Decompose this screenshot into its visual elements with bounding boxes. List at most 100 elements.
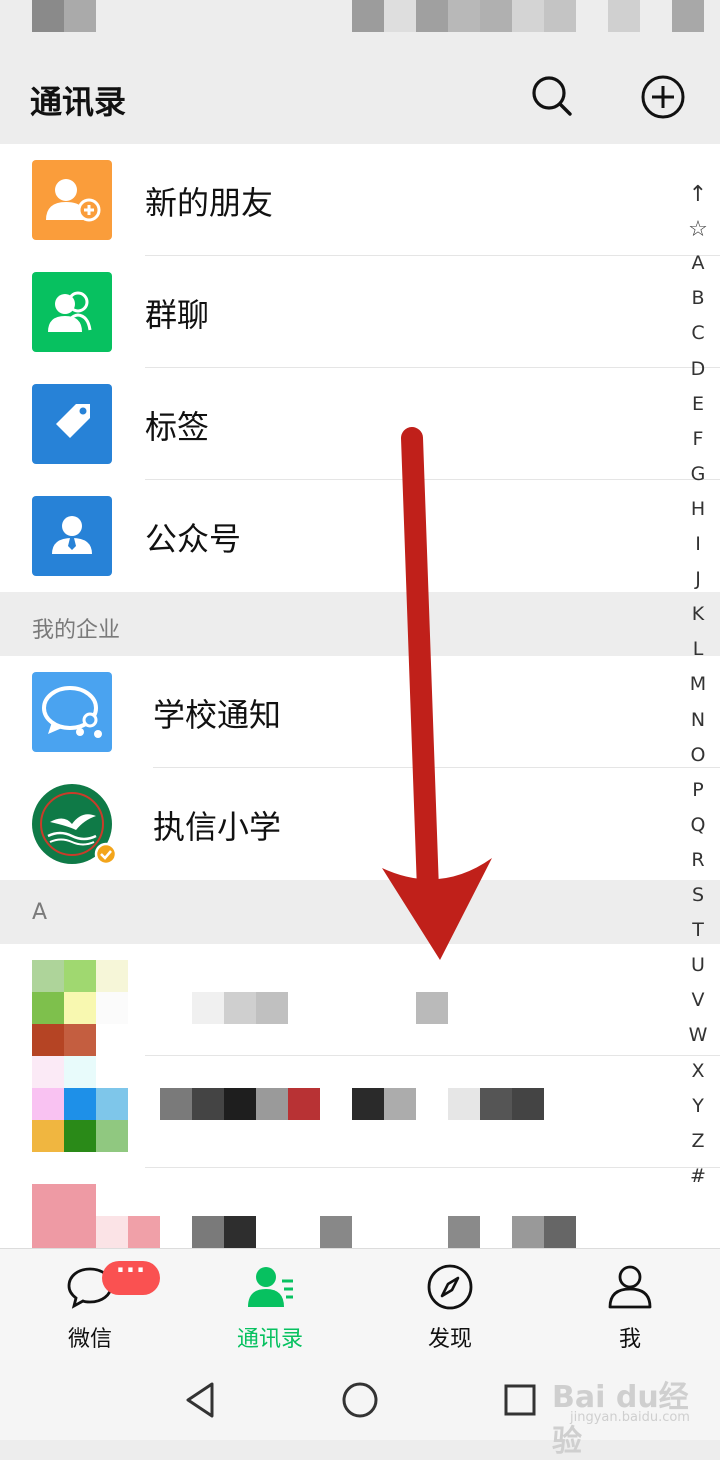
home-button[interactable] bbox=[340, 1380, 380, 1420]
search-icon bbox=[532, 76, 572, 116]
official-accounts-item[interactable]: 公众号 bbox=[0, 480, 720, 592]
status-pixel bbox=[512, 0, 544, 32]
name-pixel bbox=[224, 1216, 256, 1248]
status-pixel bbox=[544, 0, 576, 32]
index-letter[interactable]: Q bbox=[680, 814, 716, 836]
index-letter[interactable]: X bbox=[680, 1060, 716, 1082]
index-letter[interactable]: N bbox=[680, 709, 716, 731]
section-my-enterprise: 我的企业 bbox=[0, 592, 720, 656]
tab-label: 我 bbox=[618, 1327, 641, 1352]
status-pixel bbox=[480, 0, 512, 32]
new-friends-item[interactable]: 新的朋友 bbox=[0, 144, 720, 256]
index-letter[interactable]: ☆ bbox=[680, 217, 716, 242]
contacts-list[interactable]: 新的朋友 群聊 标签 公众号 我的企业 学校通知 执信小学 A bbox=[0, 144, 720, 1248]
tab-contacts[interactable]: 通讯录 bbox=[180, 1249, 360, 1361]
name-pixel bbox=[224, 992, 256, 1024]
name-pixel bbox=[448, 1216, 480, 1248]
tab-label: 通讯录 bbox=[236, 1327, 303, 1352]
index-letter[interactable]: K bbox=[680, 603, 716, 625]
status-bar bbox=[0, 0, 720, 44]
index-letter[interactable]: L bbox=[680, 638, 716, 660]
tab-label: 微信 bbox=[67, 1327, 112, 1352]
name-pixel bbox=[480, 1088, 512, 1120]
index-letter[interactable]: E bbox=[680, 393, 716, 415]
unread-badge: ··· bbox=[102, 1256, 160, 1295]
contact-avatar bbox=[32, 1056, 128, 1152]
tab-chats[interactable]: ··· 微信 bbox=[0, 1249, 180, 1361]
contact-item[interactable] bbox=[0, 1168, 720, 1248]
section-a: A bbox=[0, 880, 720, 944]
index-letter[interactable]: F bbox=[680, 428, 716, 450]
index-letter[interactable]: R bbox=[680, 849, 716, 871]
tab-discover[interactable]: 发现 bbox=[360, 1249, 540, 1361]
section-label: 我的企业 bbox=[32, 618, 121, 643]
index-letter[interactable]: W bbox=[680, 1024, 716, 1046]
plus-circle-icon bbox=[641, 75, 685, 119]
school-item[interactable]: 执信小学 bbox=[0, 768, 720, 880]
index-letter[interactable]: T bbox=[680, 919, 716, 941]
recents-button[interactable] bbox=[500, 1380, 540, 1420]
name-pixel bbox=[320, 1216, 352, 1248]
index-letter[interactable]: # bbox=[680, 1165, 716, 1187]
alphabet-index[interactable]: ↑ ☆ A B C D E F G H I J K L M N O P Q R S T U V W X Y Z # bbox=[680, 182, 716, 1202]
status-pixel bbox=[352, 0, 384, 32]
group-chat-item[interactable]: 群聊 bbox=[0, 256, 720, 368]
name-pixel bbox=[448, 1088, 480, 1120]
tag-icon bbox=[32, 384, 112, 464]
contact-item[interactable] bbox=[0, 944, 720, 1056]
name-pixel bbox=[512, 1216, 544, 1248]
index-letter[interactable]: D bbox=[680, 358, 716, 380]
index-letter[interactable]: O bbox=[680, 744, 716, 766]
add-button[interactable] bbox=[640, 74, 686, 120]
index-letter[interactable]: H bbox=[680, 498, 716, 520]
contact-item[interactable] bbox=[0, 1056, 720, 1168]
person-icon bbox=[608, 1265, 652, 1309]
status-pixel bbox=[672, 0, 704, 32]
index-letter[interactable]: P bbox=[680, 779, 716, 801]
search-button[interactable] bbox=[530, 74, 574, 118]
index-letter[interactable]: V bbox=[680, 989, 716, 1011]
index-letter[interactable]: Y bbox=[680, 1095, 716, 1117]
page-title: 通讯录 bbox=[30, 83, 127, 121]
index-letter[interactable]: C bbox=[680, 322, 716, 344]
index-letter[interactable]: U bbox=[680, 954, 716, 976]
contact-avatar bbox=[32, 1184, 160, 1248]
section-label: A bbox=[32, 900, 48, 925]
index-letter[interactable]: J bbox=[680, 568, 716, 590]
watermark-sub: jingyan.baidu.com bbox=[570, 1410, 690, 1425]
school-notice-item[interactable]: 学校通知 bbox=[0, 656, 720, 768]
index-letter[interactable]: ↑ bbox=[680, 182, 716, 207]
name-pixel bbox=[416, 992, 448, 1024]
name-pixel bbox=[192, 1088, 224, 1120]
school-label: 执信小学 bbox=[153, 808, 282, 846]
new-friends-label: 新的朋友 bbox=[145, 184, 274, 222]
status-pixel bbox=[384, 0, 416, 32]
index-letter[interactable]: A bbox=[680, 252, 716, 274]
index-letter[interactable]: S bbox=[680, 884, 716, 906]
scroll-down-arrow-annotation bbox=[382, 427, 492, 960]
name-pixel bbox=[288, 1088, 320, 1120]
status-pixel bbox=[32, 0, 64, 32]
index-letter[interactable]: B bbox=[680, 287, 716, 309]
status-pixel bbox=[608, 0, 640, 32]
index-letter[interactable]: G bbox=[680, 463, 716, 485]
notice-icon bbox=[32, 672, 112, 752]
index-letter[interactable]: Z bbox=[680, 1130, 716, 1152]
index-letter[interactable]: M bbox=[680, 673, 716, 695]
index-letter[interactable]: I bbox=[680, 533, 716, 555]
compass-icon bbox=[427, 1264, 473, 1310]
contacts-icon bbox=[248, 1267, 293, 1307]
status-pixel bbox=[64, 0, 96, 32]
tab-me[interactable]: 我 bbox=[540, 1249, 720, 1361]
name-pixel bbox=[384, 1088, 416, 1120]
contact-avatar bbox=[32, 960, 128, 1056]
school-logo bbox=[32, 784, 118, 866]
name-pixel bbox=[160, 1088, 192, 1120]
back-button[interactable] bbox=[180, 1380, 220, 1420]
official-accounts-label: 公众号 bbox=[145, 520, 242, 558]
tags-item[interactable]: 标签 bbox=[0, 368, 720, 480]
name-pixel bbox=[544, 1216, 576, 1248]
back-triangle-icon bbox=[186, 1382, 214, 1418]
name-pixel bbox=[256, 1088, 288, 1120]
school-notice-label: 学校通知 bbox=[153, 696, 282, 734]
